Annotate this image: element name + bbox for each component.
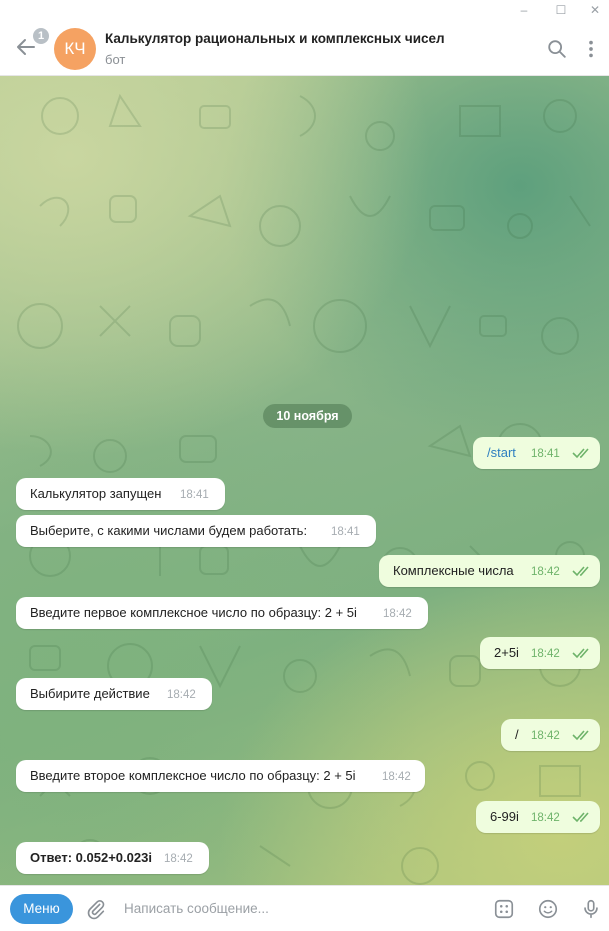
minimize-button[interactable]: –	[516, 2, 532, 18]
microphone-icon[interactable]	[580, 898, 602, 920]
chat-area[interactable]: 10 ноября /start 18:41 Калькулятор запущ…	[0, 76, 609, 885]
message-time: 18:42	[382, 771, 411, 783]
message-text: Введите первое комплексное число по обра…	[30, 605, 357, 620]
message-incoming[interactable]: Введите второе комплексное число по обра…	[16, 760, 425, 792]
message-time: 18:42	[164, 853, 193, 865]
message-outgoing[interactable]: 2+5i 18:42	[480, 637, 600, 669]
message-time: 18:42	[531, 566, 560, 578]
message-text: Ответ: 0.052+0.023i	[30, 850, 152, 865]
more-vertical-icon[interactable]	[580, 38, 602, 60]
message-text: Калькулятор запущен	[30, 486, 162, 501]
window-titlebar: – ☐ ✕	[0, 0, 609, 20]
message-incoming[interactable]: Выбирите действие 18:42	[16, 678, 212, 710]
message-outgoing[interactable]: / 18:42	[501, 719, 600, 751]
read-checkmarks-icon	[572, 730, 589, 741]
message-time: 18:42	[531, 812, 560, 824]
message-outgoing[interactable]: /start 18:41	[473, 437, 600, 469]
read-checkmarks-icon	[572, 812, 589, 823]
message-incoming[interactable]: Ответ: 0.052+0.023i 18:42	[16, 842, 209, 874]
message-text: /	[515, 727, 519, 742]
message-outgoing[interactable]: 6-99i 18:42	[476, 801, 600, 833]
search-icon[interactable]	[546, 38, 568, 60]
emoji-icon[interactable]	[537, 898, 559, 920]
message-text: Комплексные числа	[393, 563, 514, 578]
message-text[interactable]: /start	[487, 445, 516, 460]
read-checkmarks-icon	[572, 648, 589, 659]
message-composer: Меню Написать сообщение...	[0, 885, 609, 931]
message-time: 18:42	[531, 648, 560, 660]
message-time: 18:41	[180, 489, 209, 501]
message-incoming[interactable]: Выберите, с какими числами будем работат…	[16, 515, 376, 547]
chat-subtitle: бот	[105, 52, 126, 67]
bot-commands-icon[interactable]	[493, 898, 515, 920]
message-text: 6-99i	[490, 809, 519, 824]
message-text: Введите второе комплексное число по обра…	[30, 768, 356, 783]
message-outgoing[interactable]: Комплексные числа 18:42	[379, 555, 600, 587]
message-text: Выберите, с какими числами будем работат…	[30, 523, 308, 538]
chat-title[interactable]: Калькулятор рациональных и комплексных ч…	[105, 31, 445, 46]
message-time: 18:41	[331, 526, 360, 538]
maximize-button[interactable]: ☐	[553, 2, 569, 18]
message-input[interactable]: Написать сообщение...	[124, 901, 269, 916]
read-checkmarks-icon	[572, 566, 589, 577]
read-checkmarks-icon	[572, 448, 589, 459]
chat-header: 1 КЧ Калькулятор рациональных и комплекс…	[0, 20, 609, 76]
message-text: Выбирите действие	[30, 686, 150, 701]
message-incoming[interactable]: Калькулятор запущен 18:41	[16, 478, 225, 510]
message-text: 2+5i	[494, 645, 519, 660]
message-time: 18:42	[531, 730, 560, 742]
date-separator: 10 ноября	[263, 404, 352, 428]
unread-badge: 1	[33, 28, 49, 44]
message-incoming[interactable]: Введите первое комплексное число по обра…	[16, 597, 428, 629]
attach-icon[interactable]	[85, 898, 107, 920]
message-time: 18:42	[167, 689, 196, 701]
close-window-button[interactable]: ✕	[587, 2, 603, 18]
message-time: 18:41	[531, 448, 560, 460]
bot-menu-button[interactable]: Меню	[10, 894, 73, 924]
message-time: 18:42	[383, 608, 412, 620]
avatar[interactable]: КЧ	[54, 28, 96, 70]
